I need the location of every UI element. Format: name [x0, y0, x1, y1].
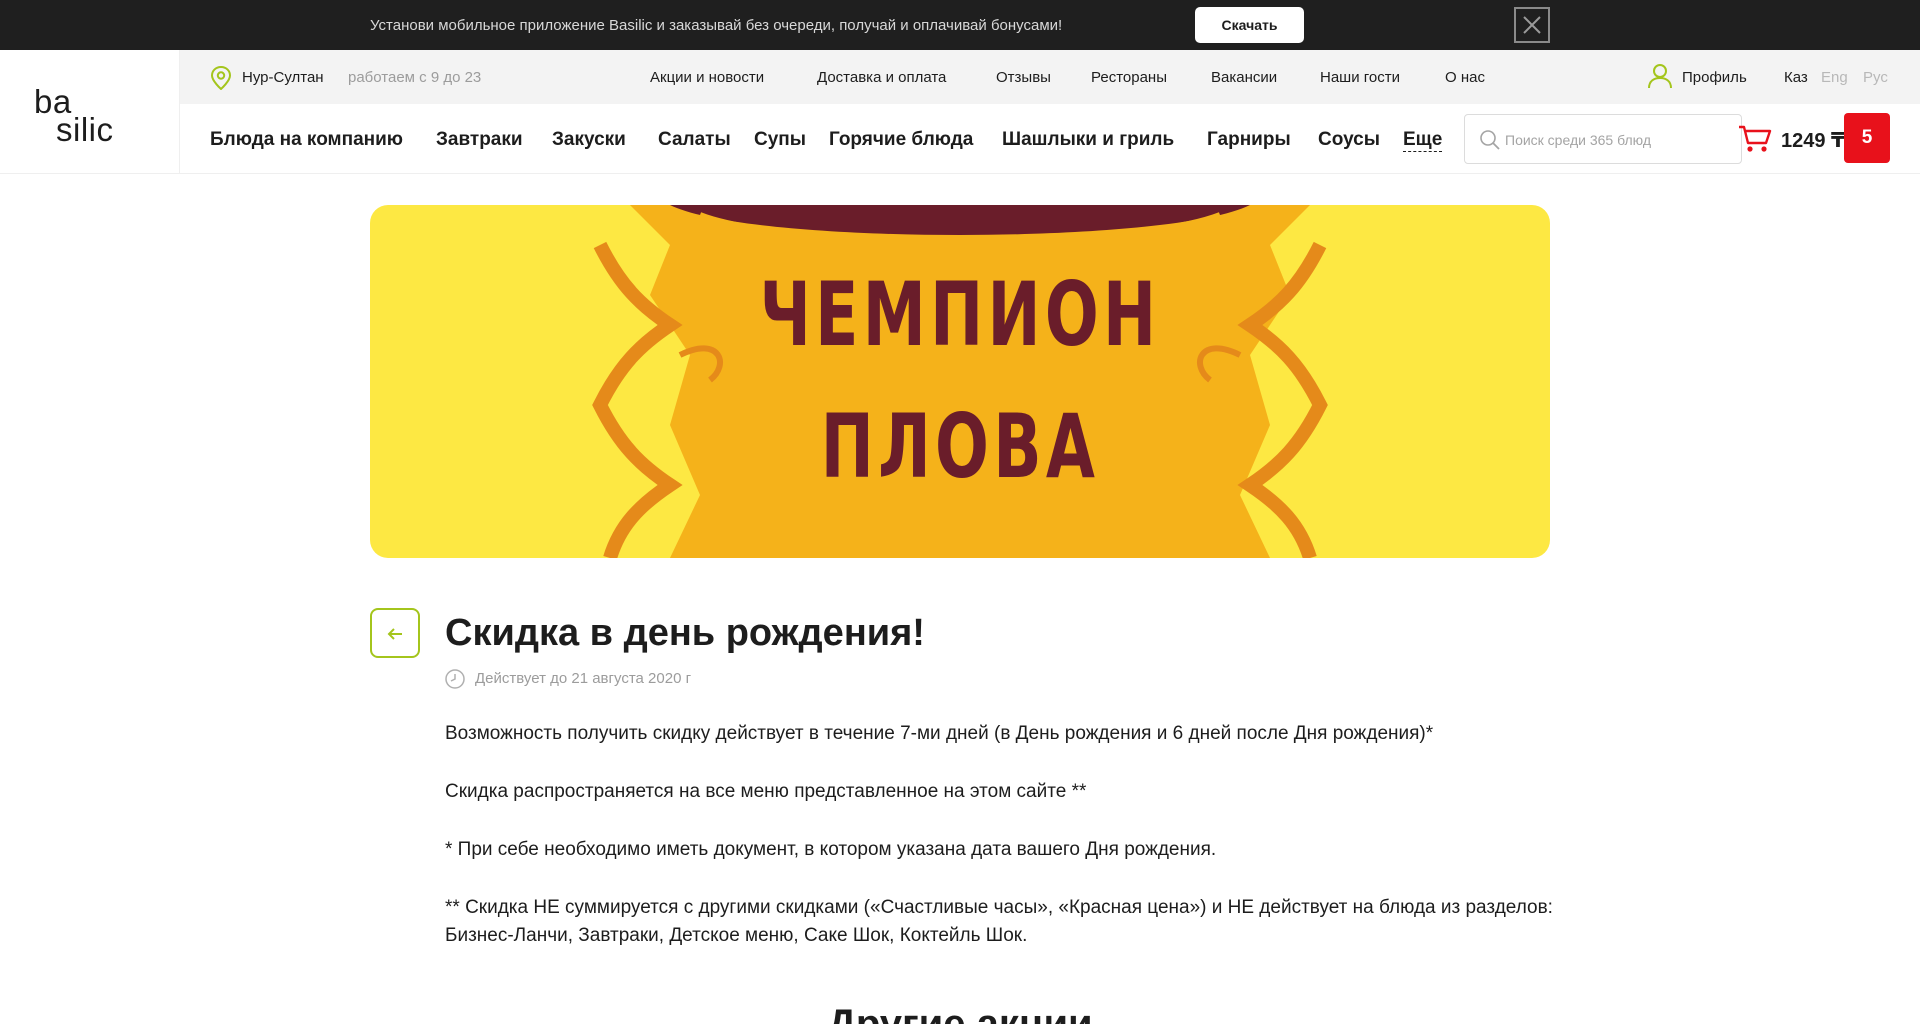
banner-title-line-1: ЧЕМПИОН	[759, 263, 1161, 366]
location-pin-icon	[210, 66, 232, 90]
nav-link-restaurants[interactable]: Рестораны	[1091, 69, 1167, 86]
nav-link-promotions[interactable]: Акции и новости	[650, 69, 764, 86]
category-breakfasts[interactable]: Завтраки	[436, 129, 523, 151]
nav-link-reviews[interactable]: Отзывы	[996, 69, 1051, 86]
search-icon	[1480, 130, 1500, 150]
app-banner-message: Установи мобильное приложение Basilic и …	[370, 17, 1063, 34]
lang-kaz[interactable]: Каз	[1784, 69, 1808, 86]
article-paragraph: ** Скидка НЕ суммируется с другими скидк…	[445, 897, 1553, 946]
banner-title-line-2: ПЛОВА	[820, 395, 1100, 498]
category-navigation: Блюда на компанию Завтраки Закуски Салат…	[180, 104, 1920, 174]
city-selector[interactable]: Нур-Султан	[242, 69, 324, 86]
cart-count-badge[interactable]: 5	[1844, 113, 1890, 163]
app-download-banner: Установи мобильное приложение Basilic и …	[0, 0, 1920, 50]
other-promotions-heading: Другие акции	[827, 1002, 1093, 1024]
close-icon	[1523, 16, 1541, 34]
profile-link[interactable]: Профиль	[1682, 69, 1747, 86]
category-company[interactable]: Блюда на компанию	[210, 129, 403, 151]
category-sauces[interactable]: Соусы	[1318, 129, 1380, 151]
working-hours: работаем с 9 до 23	[348, 69, 482, 86]
category-garnish[interactable]: Гарниры	[1207, 129, 1291, 151]
download-app-button[interactable]: Скачать	[1195, 7, 1304, 43]
category-grill[interactable]: Шашлыки и гриль	[1002, 129, 1174, 151]
lang-rus[interactable]: Рус	[1863, 69, 1888, 86]
cart-total[interactable]: 1249 ₸	[1781, 128, 1845, 153]
search-input[interactable]	[1505, 128, 1730, 152]
ornament-graphic	[592, 205, 1328, 558]
category-salads[interactable]: Салаты	[658, 129, 731, 151]
article-paragraph: Скидка распространяется на все меню пред…	[445, 781, 1087, 802]
article-paragraph: * При себе необходимо иметь документ, в …	[445, 839, 1217, 860]
user-icon[interactable]	[1647, 63, 1673, 89]
category-hot-dishes[interactable]: Горячие блюда	[829, 129, 973, 151]
valid-until-date: Действует до 21 августа 2020 г	[475, 670, 692, 687]
back-button[interactable]	[370, 608, 420, 658]
arrow-left-icon	[387, 628, 402, 640]
nav-link-guests[interactable]: Наши гости	[1320, 69, 1400, 86]
category-more[interactable]: Еще	[1403, 129, 1443, 152]
clock-icon	[445, 669, 465, 689]
article-paragraph: Возможность получить скидку действует в …	[445, 723, 1434, 744]
logo-line-2: silic	[56, 111, 114, 148]
nav-link-vacancies[interactable]: Вакансии	[1211, 69, 1277, 86]
logo-area: ba silic	[0, 50, 180, 174]
promo-banner-image: ЧЕМПИОН ПЛОВА	[370, 205, 1550, 558]
page-title: Скидка в день рождения!	[445, 612, 925, 654]
nav-link-about[interactable]: О нас	[1445, 69, 1485, 86]
info-bar: Нур-Султан работаем с 9 до 23 Акции и но…	[180, 50, 1920, 104]
close-banner-button[interactable]	[1514, 7, 1550, 43]
cart-icon[interactable]	[1738, 124, 1772, 154]
category-soups[interactable]: Супы	[754, 129, 806, 151]
lang-eng[interactable]: Eng	[1821, 69, 1848, 86]
site-logo[interactable]: ba silic	[34, 85, 114, 148]
category-snacks[interactable]: Закуски	[552, 129, 626, 151]
nav-link-delivery[interactable]: Доставка и оплата	[817, 69, 946, 86]
search-box	[1464, 114, 1742, 164]
